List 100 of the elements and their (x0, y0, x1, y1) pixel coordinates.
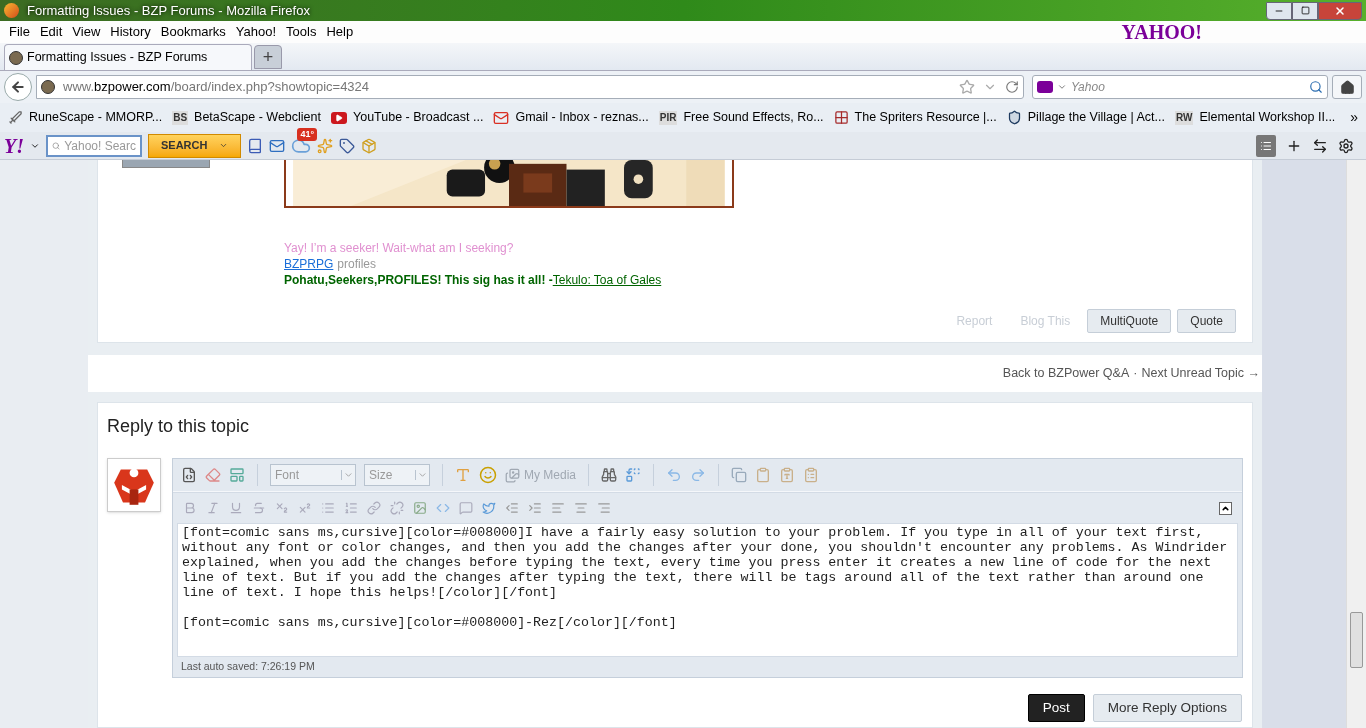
menu-item[interactable]: Help (321, 22, 359, 42)
new-tab-button[interactable]: + (254, 45, 282, 69)
search-button[interactable]: SEARCH (148, 133, 242, 158)
grid-icon (833, 110, 849, 125)
align-right-icon[interactable] (597, 501, 611, 515)
search-field[interactable]: Yahoo (1032, 75, 1328, 99)
indent-icon[interactable] (528, 501, 542, 515)
minimize-button[interactable] (1266, 1, 1292, 20)
smiley-icon[interactable] (479, 466, 497, 484)
menu-item[interactable]: Yahoo! (230, 22, 282, 42)
search-icon[interactable] (1309, 80, 1323, 94)
home-button[interactable] (1332, 75, 1362, 99)
bookmark-link[interactable]: YouTube - Broadcast ... (353, 108, 484, 127)
overflow-chevron[interactable]: » (1350, 107, 1358, 128)
replace-icon[interactable] (625, 467, 641, 483)
package-icon[interactable] (361, 137, 378, 154)
post-action-button[interactable]: MultiQuote (1087, 309, 1172, 333)
separator-dot: · (1133, 365, 1138, 383)
maximize-icon (1300, 6, 1310, 15)
signature-link[interactable]: Tekulo: Toa of Gales (552, 272, 662, 288)
menu-item[interactable]: History (105, 22, 156, 42)
close-button[interactable] (1318, 1, 1362, 20)
signature-text: profiles (337, 256, 377, 272)
align-center-icon[interactable] (574, 501, 588, 515)
mail-icon (493, 109, 510, 126)
eraser-icon[interactable] (205, 467, 221, 483)
yahoo-logo[interactable]: Y! (4, 135, 24, 156)
list-icon (1260, 139, 1272, 152)
numbered-list-icon[interactable] (344, 501, 358, 515)
link-icon[interactable] (367, 501, 381, 515)
bookmark-link[interactable]: Elemental Workshop II... (1199, 108, 1336, 127)
underline-icon[interactable] (229, 501, 243, 515)
maximize-button[interactable] (1292, 1, 1318, 20)
caret-icon[interactable] (1057, 82, 1067, 92)
bookmark-link[interactable]: BetaScape - Webclient (194, 108, 321, 127)
copy-icon[interactable] (731, 467, 747, 483)
book-icon[interactable] (247, 137, 264, 154)
post-action-button[interactable]: Quote (1177, 309, 1236, 333)
browser-tab[interactable]: Formatting Issues - BZP Forums (4, 44, 252, 70)
quote-icon[interactable] (459, 501, 473, 515)
post-button[interactable]: Post (1027, 694, 1085, 722)
bookmark-link[interactable]: Free Sound Effects, Ro... (683, 108, 824, 127)
subscript-icon[interactable] (275, 501, 289, 515)
search-engine-icon[interactable] (1037, 81, 1053, 93)
window-title: Formatting Issues - BZP Forums - Mozilla Firefox (27, 1, 310, 20)
menu-item[interactable]: Edit (34, 22, 68, 42)
address-field[interactable]: www.bzpower.com/board/index.php?showtopic=4324 (36, 75, 1024, 99)
bullet-list-icon[interactable] (321, 501, 335, 515)
paste-text-icon[interactable] (779, 467, 795, 483)
scrollbar[interactable] (1346, 160, 1366, 728)
settings-icon[interactable] (1338, 137, 1354, 154)
paste-word-icon[interactable] (803, 467, 819, 483)
text-color-icon[interactable] (455, 467, 471, 483)
twitter-icon[interactable] (482, 501, 496, 515)
superscript-icon[interactable] (298, 501, 312, 515)
media-icon (505, 467, 520, 483)
sword-icon (8, 110, 23, 125)
paste-icon[interactable] (755, 467, 771, 483)
bookmark-link[interactable]: Pillage the Village | Act... (1027, 108, 1165, 127)
redo-icon[interactable] (690, 467, 706, 483)
menu-item[interactable]: Tools (281, 22, 322, 42)
menu-item[interactable]: View (67, 22, 106, 42)
next-topic-link[interactable]: Next Unread Topic → (1141, 364, 1260, 383)
outdent-icon[interactable] (505, 501, 519, 515)
site-logo: RW (1174, 110, 1194, 125)
align-left-icon[interactable] (551, 501, 565, 515)
reload-icon[interactable] (1005, 80, 1019, 94)
strikethrough-icon[interactable] (252, 501, 266, 515)
scrollbar-thumb[interactable] (1350, 612, 1363, 668)
site-logo: PIR (658, 110, 678, 125)
firefox-icon (4, 3, 19, 18)
signature-link[interactable]: BZPRPG (284, 256, 334, 272)
bookmark-star-icon[interactable] (959, 79, 975, 95)
bookmark-link[interactable]: Gmail - Inbox - reznas... (515, 108, 649, 127)
menu-item[interactable]: File (4, 22, 35, 42)
template-icon[interactable] (229, 467, 245, 483)
italic-icon[interactable] (206, 501, 220, 515)
mail-icon[interactable] (269, 137, 286, 154)
source-icon[interactable] (181, 467, 197, 483)
search-icon (52, 139, 61, 152)
reply-text-field[interactable]: [font=comic sans ms,cursive][color=#008000]I have a fairly easy solution to your problem. If you type in all of your text first, without any font or color changes, and then you add the changes after your done, you shouldn't encounter any problems. As Windrider explained, when you add the changes before typing the text, every time you press enter it creates a new line of code for the next line of text. But if you add the changes after typing the text, there will be tags around all of the text rather than around one line of text. I hope this helps![/color][/font] [font=comic sans ms,cursive][color=#008000]-Rez[/color][/font] (177, 523, 1238, 657)
menu-item[interactable]: Bookmarks (155, 22, 231, 42)
sparkle-icon[interactable] (317, 137, 334, 154)
list-button[interactable] (1256, 134, 1276, 157)
tag-icon[interactable] (339, 137, 356, 154)
autosave-status: Last auto saved: 7:26:19 PM (181, 659, 315, 675)
back-link[interactable]: Back to BZPower Q&A (1002, 364, 1130, 383)
more-options-button[interactable]: More Reply Options (1092, 694, 1242, 722)
collapse-button[interactable] (1219, 501, 1232, 515)
bookmark-link[interactable]: The Spriters Resource |... (854, 108, 997, 127)
back-button[interactable] (4, 73, 32, 101)
binoculars-icon[interactable] (601, 467, 617, 483)
bold-icon[interactable] (183, 501, 197, 515)
bookmark-link[interactable]: RuneScape - MMORP... (29, 108, 163, 127)
swap-icon[interactable] (1312, 137, 1328, 154)
caret-icon (341, 470, 355, 480)
unlink-icon[interactable] (390, 501, 404, 515)
code-icon[interactable] (436, 501, 450, 515)
image-icon[interactable] (413, 501, 427, 515)
undo-icon[interactable] (666, 467, 682, 483)
